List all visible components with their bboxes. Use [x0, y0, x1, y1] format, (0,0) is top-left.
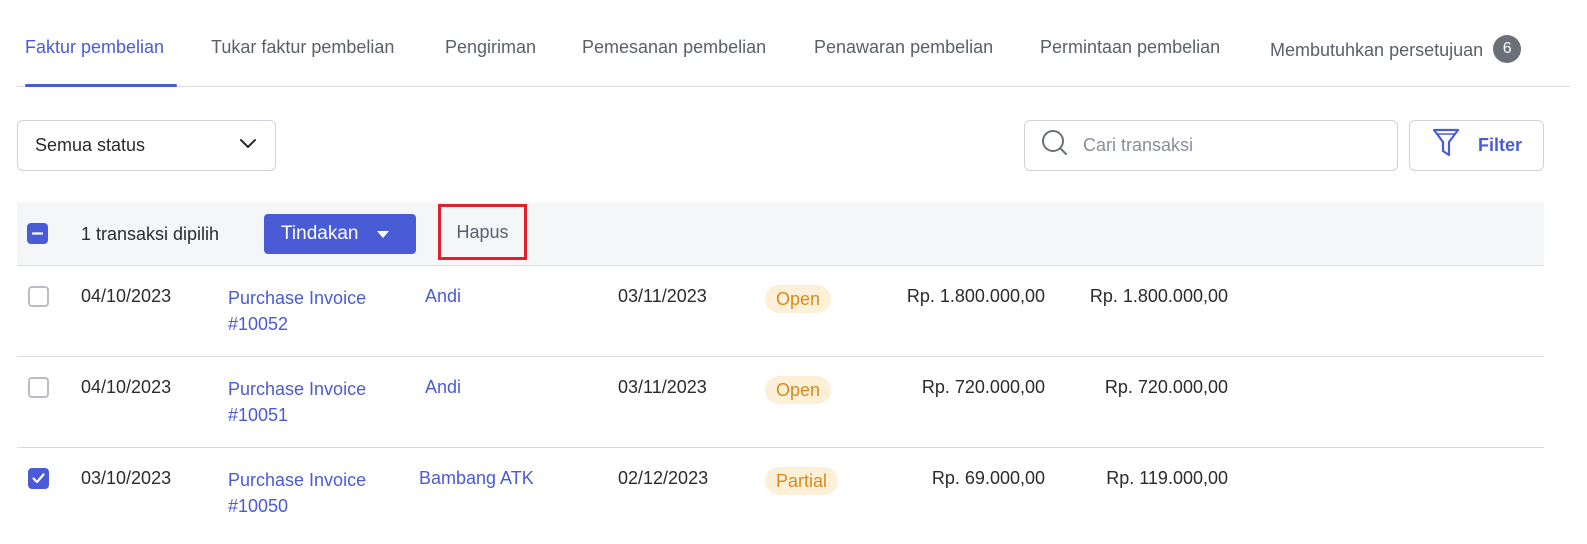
search-box	[1024, 120, 1398, 171]
total-amount: Rp. 119.000,00	[1106, 468, 1228, 488]
selected-count-label: 1 transaksi dipilih	[81, 224, 220, 244]
invoice-number-link[interactable]: Purchase Invoice #10052	[228, 285, 366, 337]
invoice-number-link[interactable]: Purchase Invoice #10051	[228, 376, 366, 428]
status-dropdown-value: Semua status	[35, 135, 146, 155]
tab-faktur-pembelian[interactable]: Faktur pembelian	[25, 37, 164, 58]
approval-count-badge: 6	[1493, 35, 1522, 63]
chevron-down-icon	[239, 137, 257, 155]
vendor-link[interactable]: Bambang ATK	[419, 468, 534, 489]
vendor-link[interactable]: Andi	[425, 377, 461, 398]
bulk-selection-bar: 1 transaksi dipilih Tindakan Hapus	[17, 202, 1544, 266]
table-row[interactable]: 03/10/2023 Purchase Invoice #10050 Bamba…	[17, 448, 1544, 539]
total-amount: Rp. 1.800.000,00	[1089, 286, 1228, 306]
active-tab-indicator	[25, 84, 177, 87]
due-date: 03/11/2023	[618, 377, 707, 397]
total-amount: Rp. 720.000,00	[1104, 377, 1228, 397]
status-dropdown[interactable]: Semua status	[17, 120, 276, 171]
delete-button[interactable]: Hapus	[438, 204, 527, 260]
tab-penawaran-pembelian[interactable]: Penawaran pembelian	[814, 37, 993, 58]
table-row[interactable]: 04/10/2023 Purchase Invoice #10051 Andi …	[17, 357, 1544, 448]
tab-pemesanan-pembelian[interactable]: Pemesanan pembelian	[582, 37, 766, 58]
actions-button-label: Tindakan	[281, 223, 359, 244]
due-date: 02/12/2023	[618, 468, 709, 488]
vendor-link[interactable]: Andi	[425, 286, 461, 307]
search-input[interactable]	[1083, 135, 1363, 156]
row-checkbox[interactable]	[28, 286, 49, 307]
row-checkbox[interactable]	[28, 377, 49, 398]
tab-membutuhkan-persetujuan[interactable]: Membutuhkan persetujuan 6	[1270, 35, 1522, 65]
invoice-date: 04/10/2023	[81, 377, 172, 397]
invoice-date: 04/10/2023	[81, 286, 172, 306]
delete-button-label: Hapus	[456, 221, 509, 242]
tab-pengiriman[interactable]: Pengiriman	[445, 37, 536, 58]
status-badge: Partial	[765, 467, 839, 495]
filter-button[interactable]: Filter	[1409, 120, 1544, 171]
tab-tukar-faktur-pembelian[interactable]: Tukar faktur pembelian	[211, 37, 394, 58]
balance-amount: Rp. 720.000,00	[921, 377, 1045, 397]
tab-permintaan-pembelian[interactable]: Permintaan pembelian	[1040, 37, 1220, 58]
status-badge: Open	[765, 376, 832, 404]
actions-dropdown-button[interactable]: Tindakan	[264, 214, 416, 254]
tab-bar: Faktur pembelian Tukar faktur pembelian …	[17, 0, 1570, 87]
invoice-number-link[interactable]: Purchase Invoice #10050	[228, 467, 366, 519]
filter-button-label: Filter	[1478, 135, 1523, 155]
caret-down-icon	[376, 223, 390, 245]
balance-amount: Rp. 69.000,00	[931, 468, 1045, 488]
status-badge: Open	[765, 285, 832, 313]
search-icon	[1041, 129, 1069, 162]
table-row[interactable]: 04/10/2023 Purchase Invoice #10052 Andi …	[17, 266, 1544, 357]
select-all-checkbox[interactable]	[27, 223, 48, 244]
invoice-date: 03/10/2023	[81, 468, 172, 488]
due-date: 03/11/2023	[618, 286, 707, 306]
purchase-invoices-page: Faktur pembelian Tukar faktur pembelian …	[0, 0, 1587, 544]
funnel-icon	[1432, 127, 1460, 164]
balance-amount: Rp. 1.800.000,00	[906, 286, 1045, 306]
row-checkbox[interactable]	[28, 468, 49, 489]
